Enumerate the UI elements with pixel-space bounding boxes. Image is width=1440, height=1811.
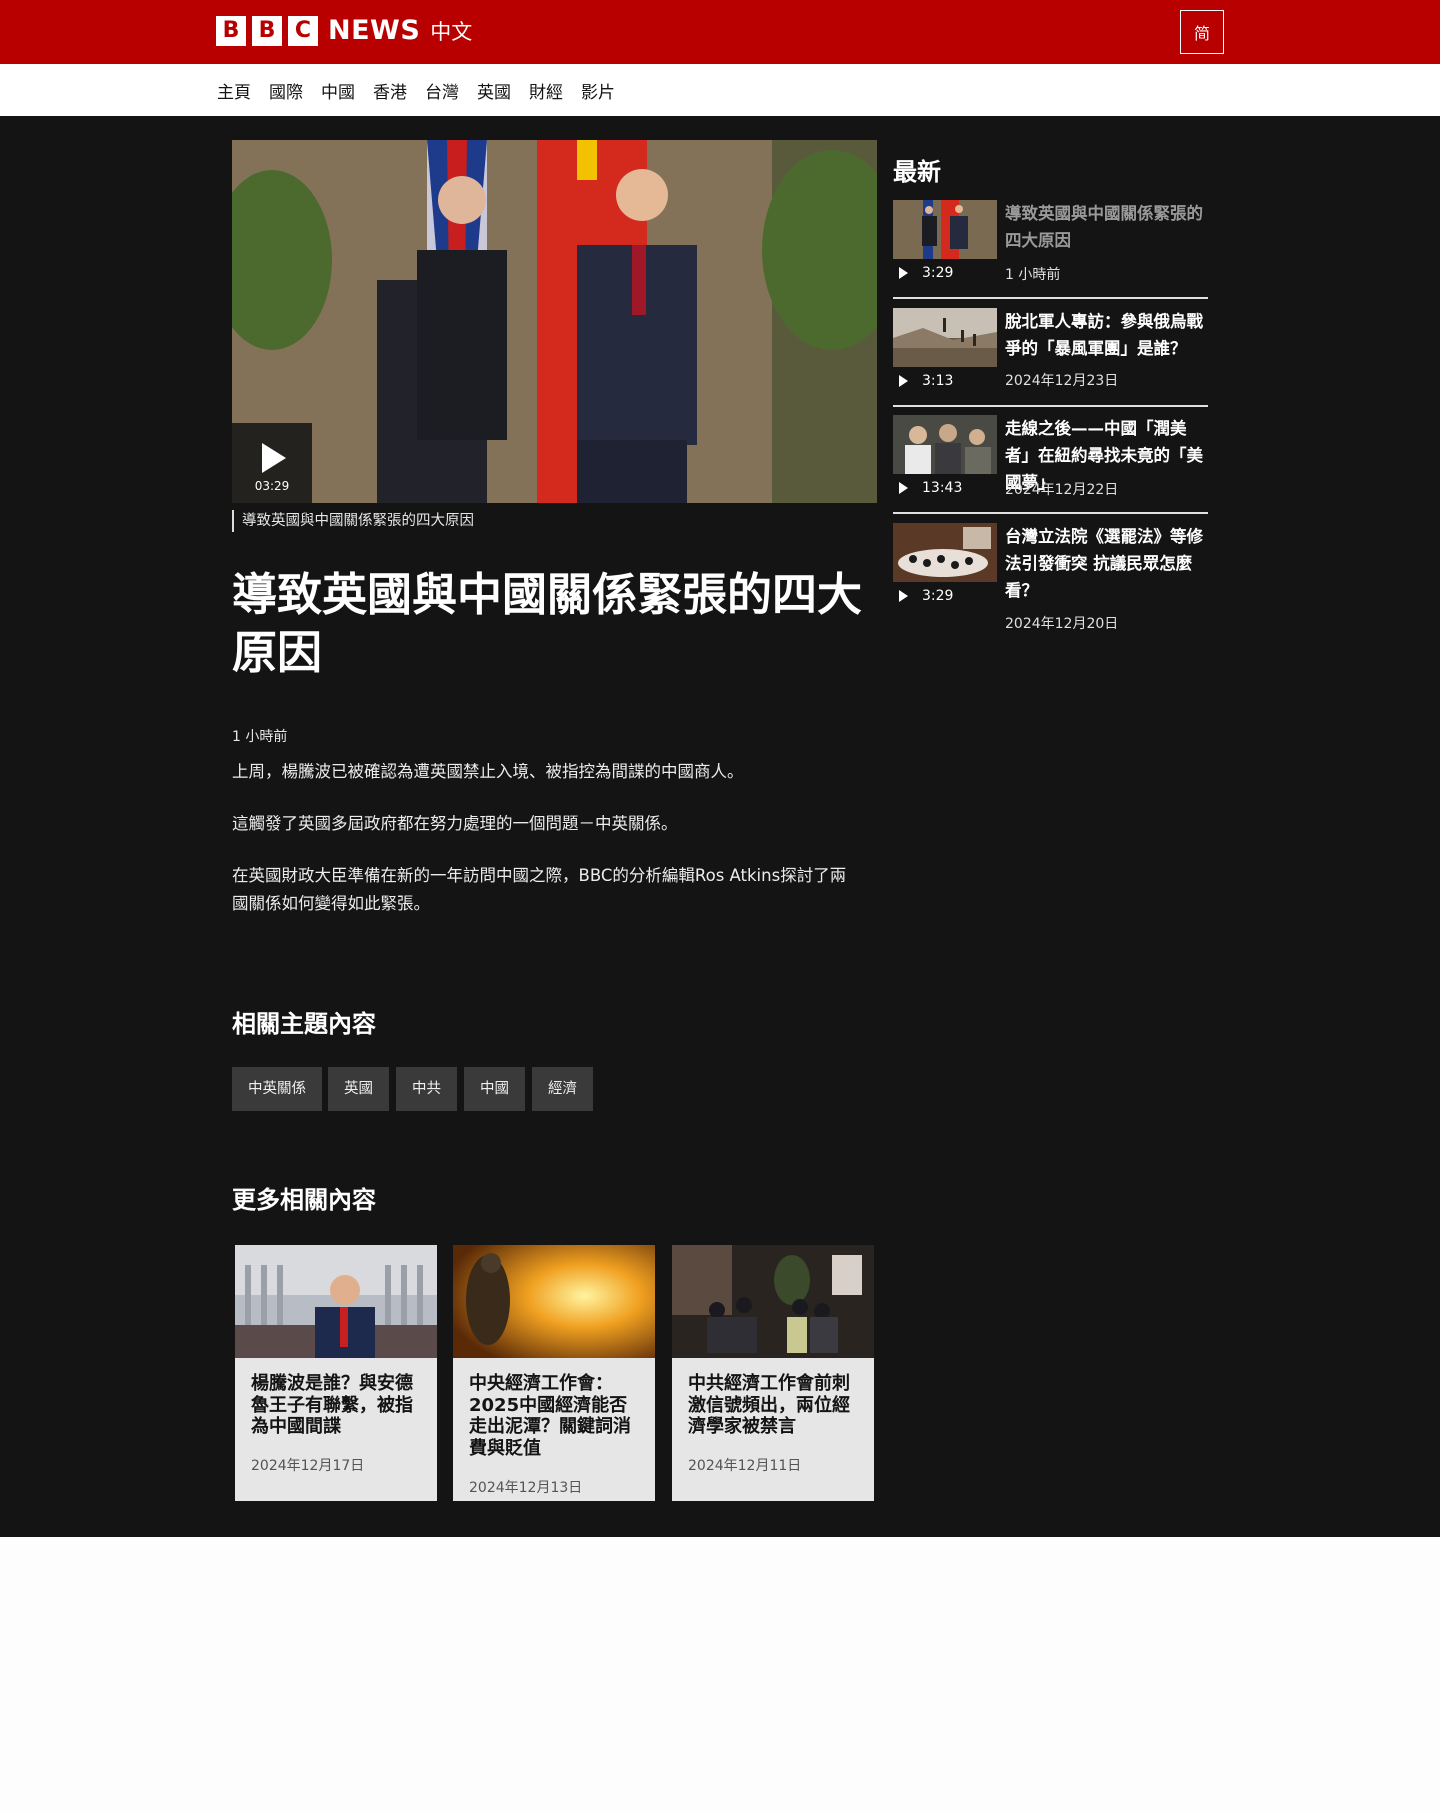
logo-news-text: NEWS	[328, 15, 421, 46]
latest-item-4-date: 2024年12月20日	[1005, 616, 1119, 632]
article-headline: 導致英國與中國關係緊張的四大原因	[232, 568, 863, 679]
related-card-1[interactable]: 楊騰波是誰？與安德魯王子有聯繫，被指為中國間諜 2024年12月17日	[235, 1245, 437, 1501]
latest-item-3-date: 2024年12月22日	[1005, 482, 1119, 498]
topic-tag-sino-uk-relations[interactable]: 中英關係	[232, 1067, 322, 1111]
article-paragraph-3: 在英國財政大臣準備在新的一年訪問中國之際，BBC的分析編輯Ros Atkins探…	[232, 866, 847, 913]
latest-item-3-thumbnail	[893, 415, 997, 474]
latest-title: 最新	[893, 158, 941, 186]
related-card-1-date: 2024年12月17日	[251, 1458, 365, 1474]
logo-language-text: 中文	[430, 19, 473, 44]
simplified-chinese-toggle[interactable]: 简	[1180, 10, 1224, 54]
video-thumbnail-image	[232, 140, 877, 503]
logo-letter-c: C	[288, 15, 318, 46]
topic-tag-uk[interactable]: 英國	[328, 1067, 389, 1111]
related-topics-title: 相關主題內容	[232, 1010, 376, 1038]
play-icon	[899, 375, 908, 387]
more-related-title: 更多相關內容	[232, 1186, 376, 1214]
nav-item-taiwan[interactable]: 台灣	[425, 78, 459, 103]
nav-item-hongkong[interactable]: 香港	[373, 78, 407, 103]
play-icon	[899, 590, 908, 602]
latest-item-1-duration: 3:29	[899, 265, 953, 281]
latest-item-2-title: 脫北軍人專訪：參與俄烏戰爭的「暴風軍團」是誰？	[1005, 312, 1203, 358]
article-paragraph-1: 上周，楊騰波已被確認為遭英國禁止入境、被指控為間諜的中國商人。	[232, 762, 744, 781]
site-header: B B C NEWS 中文 简	[0, 0, 1440, 64]
latest-item-2-duration: 3:13	[899, 373, 953, 389]
related-card-2-date: 2024年12月13日	[469, 1480, 583, 1496]
related-card-2[interactable]: 中央經濟工作會：2025中國經濟能否走出泥潭？關鍵詞消費與貶值 2024年12月…	[453, 1245, 655, 1501]
video-duration: 03:29	[254, 479, 290, 493]
latest-divider	[893, 405, 1208, 407]
article-timestamp: 1 小時前	[232, 729, 288, 745]
nav-item-home[interactable]: 主頁	[217, 78, 251, 103]
latest-item-3-duration: 13:43	[899, 480, 962, 496]
nav-item-uk[interactable]: 英國	[477, 78, 511, 103]
related-card-3-title: 中共經濟工作會前刺激信號頻出，兩位經濟學家被禁言	[688, 1373, 850, 1437]
nav-item-finance[interactable]: 財經	[529, 78, 563, 103]
video-caption: 導致英國與中國關係緊張的四大原因	[232, 510, 474, 532]
latest-item-1-title: 導致英國與中國關係緊張的四大原因	[1005, 204, 1203, 250]
related-card-2-title: 中央經濟工作會：2025中國經濟能否走出泥潭？關鍵詞消費與貶值	[469, 1373, 631, 1459]
latest-item-4-duration: 3:29	[899, 588, 953, 604]
latest-item-4-title: 台灣立法院《選罷法》等修法引發衝突 抗議民眾怎麼看？	[1005, 527, 1203, 600]
video-play-button[interactable]: 03:29	[232, 423, 312, 503]
nav-item-china[interactable]: 中國	[321, 78, 355, 103]
topic-tag-economy[interactable]: 經濟	[532, 1067, 593, 1111]
play-icon	[899, 267, 908, 279]
latest-divider	[893, 512, 1208, 514]
related-card-3[interactable]: 中共經濟工作會前刺激信號頻出，兩位經濟學家被禁言 2024年12月11日	[672, 1245, 874, 1501]
latest-item-2-date: 2024年12月23日	[1005, 373, 1119, 389]
related-card-1-image	[235, 1245, 437, 1358]
main-nav: 主頁 國際 中國 香港 台灣 英國 財經 影片	[0, 64, 1440, 116]
logo-letter-b1: B	[216, 15, 246, 46]
bbc-news-logo[interactable]: B B C NEWS 中文	[216, 15, 472, 46]
play-icon	[899, 482, 908, 494]
related-card-2-image	[453, 1245, 655, 1358]
play-icon	[262, 443, 286, 473]
topic-tag-ccp[interactable]: 中共	[396, 1067, 457, 1111]
topic-tag-china[interactable]: 中國	[464, 1067, 525, 1111]
nav-item-world[interactable]: 國際	[269, 78, 303, 103]
latest-item-4-thumbnail	[893, 523, 997, 582]
latest-item-1-thumbnail	[893, 200, 997, 259]
related-card-3-image	[672, 1245, 874, 1358]
latest-item-2-thumbnail	[893, 308, 997, 367]
latest-item-1-date: 1 小時前	[1005, 267, 1061, 283]
video-player[interactable]	[232, 140, 877, 503]
nav-item-video[interactable]: 影片	[581, 78, 615, 103]
article-paragraph-2: 這觸發了英國多屆政府都在努力處理的一個問題－中英關係。	[232, 814, 678, 833]
latest-divider	[893, 297, 1208, 299]
related-card-3-date: 2024年12月11日	[688, 1458, 802, 1474]
related-card-1-title: 楊騰波是誰？與安德魯王子有聯繫，被指為中國間諜	[251, 1373, 413, 1437]
logo-letter-b2: B	[252, 15, 282, 46]
